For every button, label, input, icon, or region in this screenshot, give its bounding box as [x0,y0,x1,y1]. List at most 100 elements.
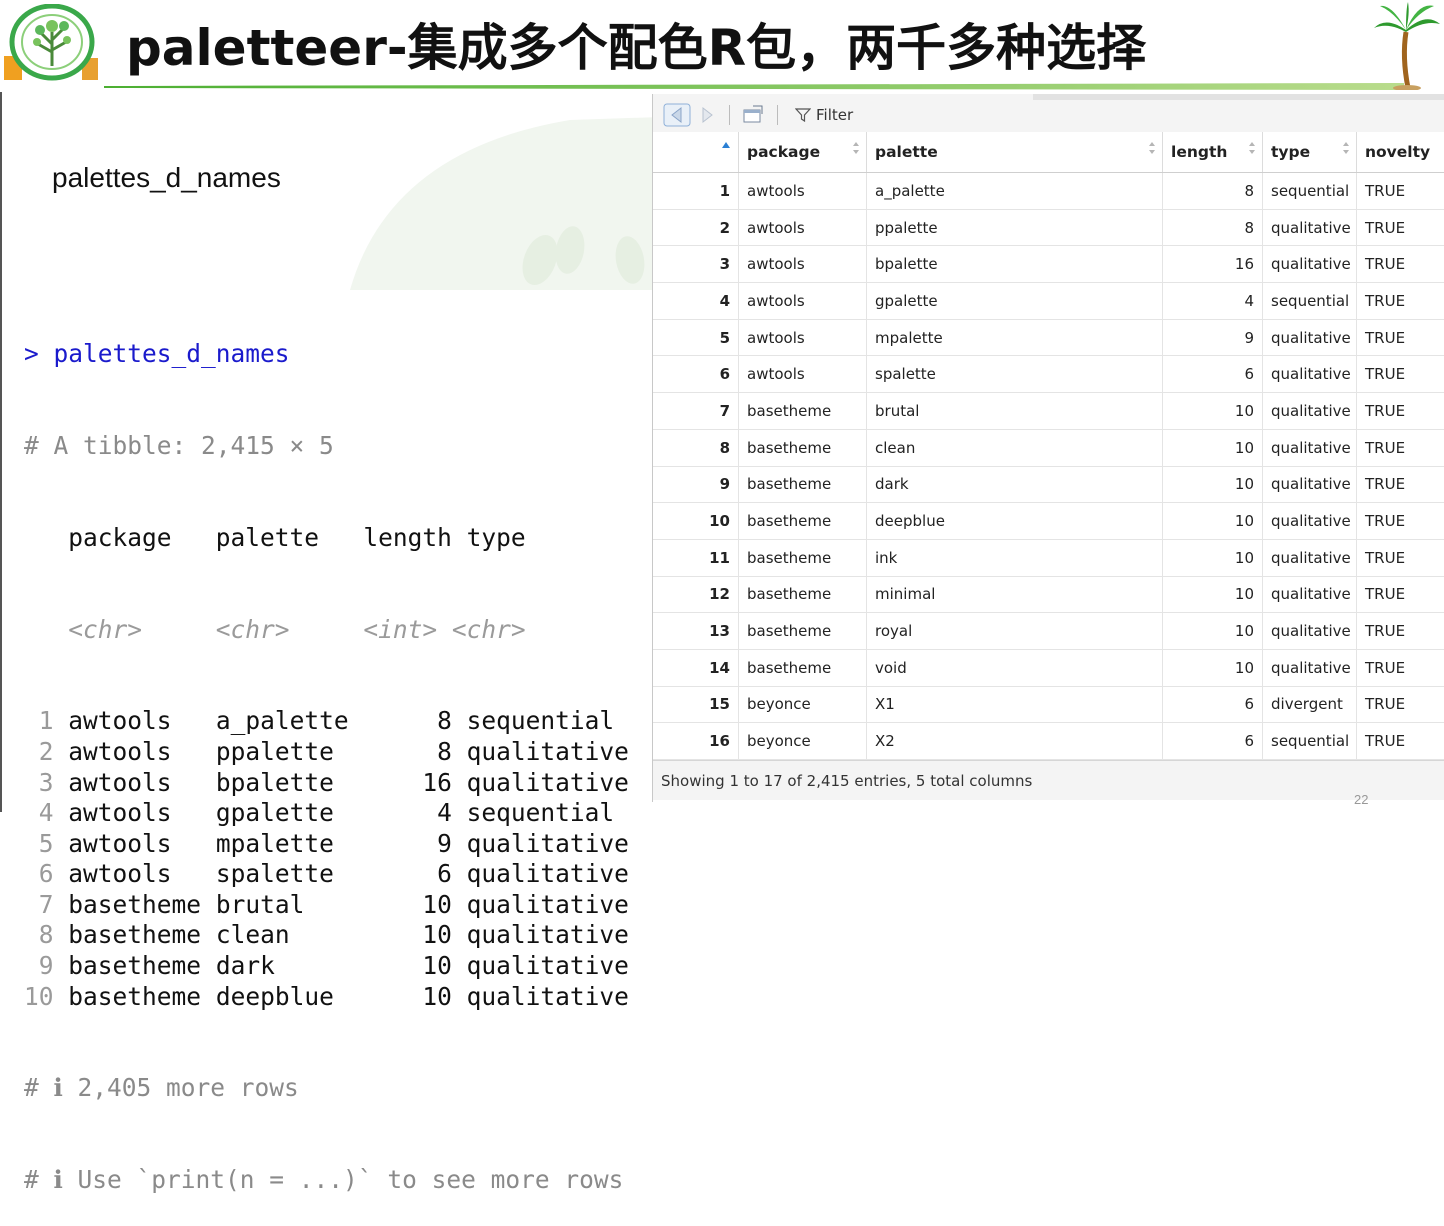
table-cell-package: beyonce [739,686,867,723]
table-cell-type: qualitative [1263,246,1357,283]
table-cell-length: 10 [1163,466,1263,503]
table-cell-palette: gpalette [867,283,1163,319]
console-cell-package: basetheme [68,889,202,919]
column-label: palette [875,143,938,161]
console-col-header: length [363,522,452,552]
console-row-number: 4 [38,798,54,828]
table-cell-palette: royal [867,613,1163,649]
table-row[interactable]: 3 awtools bpalette 16 qualitative TRUE [653,246,1444,284]
table-row[interactable]: 5 awtools mpalette 9 qualitative TRUE [653,319,1444,357]
column-header-palette[interactable]: palette [867,132,1163,172]
table-row[interactable]: 4 awtools gpalette 4 sequential TRUE [653,283,1444,320]
column-header-length[interactable]: length [1163,132,1263,172]
table-cell-palette: X2 [867,723,1163,759]
data-grid: package palette length type novelty 1 awt… [653,132,1444,761]
table-cell-length: 10 [1163,613,1263,649]
table-cell-novelty: TRUE [1365,548,1406,567]
row-index-header[interactable] [653,132,739,172]
viewer-toolbar: Filter [653,94,1444,133]
table-cell-type: sequential [1263,283,1357,319]
table-cell-novelty: TRUE [1365,291,1406,310]
table-cell-index: 11 [653,539,739,576]
table-cell-type: qualitative [1263,209,1357,246]
table-cell-type: sequential [1263,723,1357,759]
filter-button[interactable]: Filter [795,104,853,126]
table-cell-type: qualitative [1263,649,1357,686]
table-cell-type: qualitative [1263,356,1357,393]
table-row[interactable]: 14 basetheme void 10 qualitative TRUE [653,649,1444,687]
table-row[interactable]: 9 basetheme dark 10 qualitative TRUE [653,466,1444,504]
console-col-type: <chr> [215,614,290,644]
table-row[interactable]: 13 basetheme royal 10 qualitative TRUE [653,613,1444,650]
console-row-number: 6 [38,859,54,889]
table-cell-palette: deepblue [867,503,1163,539]
column-header-package[interactable]: package [739,132,867,172]
console-cell-length: 10 [422,981,452,1011]
table-row[interactable]: 2 awtools ppalette 8 qualitative TRUE [653,209,1444,247]
header-divider [104,83,1404,90]
table-row[interactable]: 7 basetheme brutal 10 qualitative TRUE [653,393,1444,430]
table-cell-type: qualitative [1263,393,1357,429]
table-cell-type: qualitative [1263,613,1357,649]
table-cell-novelty: TRUE [1365,181,1406,200]
popout-window-icon[interactable] [739,103,767,127]
column-label: length [1171,143,1228,161]
table-cell-type: qualitative [1263,576,1357,613]
column-header-type[interactable]: type [1263,132,1357,172]
table-cell-novelty: TRUE [1365,401,1406,420]
console-row-number: 5 [38,828,54,858]
console-cell-palette: bpalette [215,767,334,797]
console-data-row: 10 basetheme deepblue 10 qualitative [24,982,629,1013]
table-cell-novelty: TRUE [1365,218,1406,237]
table-row[interactable]: 6 awtools spalette 6 qualitative TRUE [653,356,1444,394]
table-cell-type: sequential [1263,173,1357,209]
table-row[interactable]: 1 awtools a_palette 8 sequential TRUE [653,173,1444,210]
table-cell-palette: spalette [867,356,1163,393]
table-cell-palette: ppalette [867,209,1163,246]
table-cell-length: 6 [1163,723,1263,759]
table-row[interactable]: 15 beyonce X1 6 divergent TRUE [653,686,1444,724]
filter-label: Filter [816,106,854,124]
table-row[interactable]: 8 basetheme clean 10 qualitative TRUE [653,429,1444,467]
subheading: palettes_d_names [52,162,281,193]
table-cell-index: 10 [653,503,739,539]
table-cell-package: awtools [739,319,867,356]
table-cell-type: qualitative [1263,429,1357,466]
console-data-row: 5 awtools mpalette 9 qualitative [24,829,629,860]
table-row[interactable]: 12 basetheme minimal 10 qualitative TRUE [653,576,1444,614]
data-viewer: Filter package palette length type novel… [652,94,1444,802]
console-cell-palette: dark [215,951,275,981]
console-cell-palette: spalette [215,859,334,889]
forward-arrow-icon[interactable] [693,103,721,127]
column-label: package [747,143,821,161]
table-row[interactable]: 11 basetheme ink 10 qualitative TRUE [653,539,1444,577]
console-cell-palette: deepblue [215,981,334,1011]
table-cell-length: 6 [1163,356,1263,393]
back-arrow-icon[interactable] [663,103,691,127]
table-cell-length: 10 [1163,503,1263,539]
console-col-type: <chr> [68,614,143,644]
watermark-logo [350,116,690,290]
table-row[interactable]: 10 basetheme deepblue 10 qualitative TRUE [653,503,1444,540]
console-cell-length: 6 [437,859,452,889]
entries-summary: Showing 1 to 17 of 2,415 entries, 5 tota… [661,771,1033,790]
console-cell-length: 4 [437,798,452,828]
console-cell-type: qualitative [466,920,629,950]
palm-tree-icon [1374,2,1440,90]
table-row[interactable]: 16 beyonce X2 6 sequential TRUE [653,723,1444,760]
console-cell-palette: a_palette [215,706,349,736]
column-header-novelty[interactable]: novelty [1357,132,1444,172]
sort-icon [1249,142,1255,154]
table-cell-type: qualitative [1263,539,1357,576]
table-cell-package: basetheme [739,393,867,429]
table-cell-palette: X1 [867,686,1163,723]
console-prompt: > [24,339,54,369]
console-cell-package: awtools [68,736,172,766]
table-cell-novelty: TRUE [1365,695,1406,714]
console-data-row: 6 awtools spalette 6 qualitative [24,859,629,890]
table-cell-length: 10 [1163,649,1263,686]
console-col-header: type [466,522,526,552]
console-data-row: 4 awtools gpalette 4 sequential [24,798,629,829]
table-cell-length: 6 [1163,686,1263,723]
console-cell-type: qualitative [466,889,629,919]
